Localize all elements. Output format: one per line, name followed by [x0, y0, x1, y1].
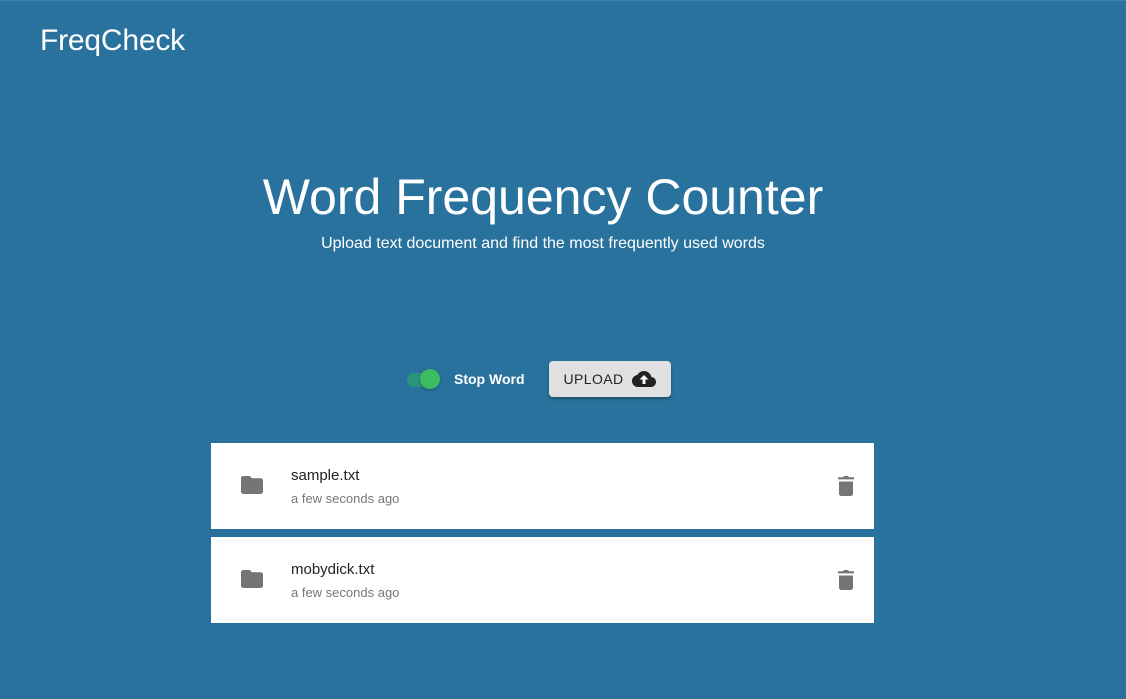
controls-bar: Stop Word UPLOAD — [405, 361, 671, 397]
upload-button-label: UPLOAD — [563, 371, 624, 387]
file-timestamp: a few seconds ago — [291, 585, 400, 600]
file-list-item[interactable]: sample.txt a few seconds ago — [211, 443, 874, 529]
top-border — [0, 0, 1126, 1]
upload-button[interactable]: UPLOAD — [548, 361, 671, 397]
file-list: sample.txt a few seconds ago mobydick.tx… — [211, 443, 874, 631]
stop-word-label: Stop Word — [454, 371, 525, 387]
page-title: Word Frequency Counter — [262, 169, 824, 225]
stop-word-toggle[interactable] — [405, 369, 441, 389]
file-name: mobydick.txt — [291, 561, 375, 578]
folder-icon — [241, 476, 263, 496]
folder-icon — [241, 570, 263, 590]
app-brand[interactable]: FreqCheck — [40, 24, 185, 58]
file-timestamp: a few seconds ago — [291, 491, 400, 506]
trash-icon[interactable] — [835, 569, 857, 591]
page-subtitle: Upload text document and find the most f… — [321, 235, 765, 252]
hero-section: Word Frequency Counter Upload text docum… — [0, 168, 1086, 253]
trash-icon[interactable] — [835, 475, 857, 497]
file-list-item[interactable]: mobydick.txt a few seconds ago — [211, 537, 874, 623]
file-name: sample.txt — [291, 467, 360, 484]
toggle-thumb — [420, 369, 440, 389]
cloud-upload-icon — [631, 370, 656, 388]
